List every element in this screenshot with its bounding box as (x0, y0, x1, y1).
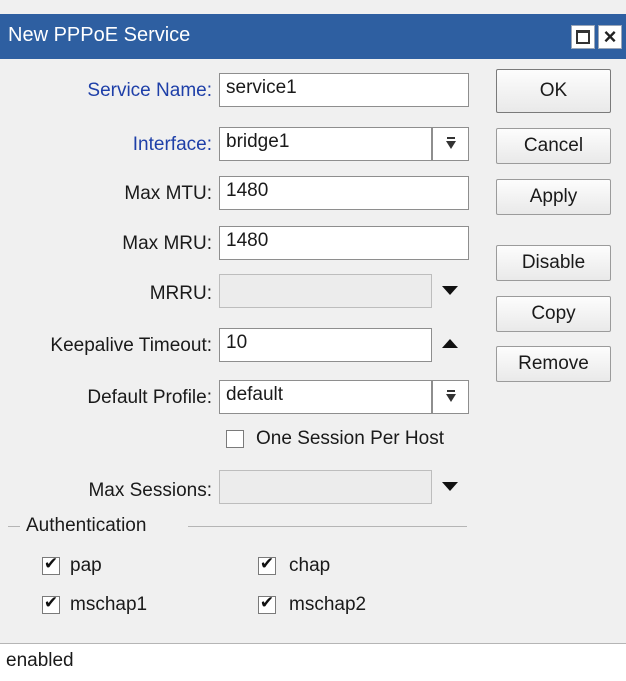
authentication-group-label: Authentication (20, 515, 153, 537)
chevron-down-icon (447, 137, 455, 139)
disable-button[interactable]: Disable (496, 245, 611, 281)
max-mtu-input[interactable]: 1480 (219, 176, 469, 210)
interface-select[interactable]: bridge1 (219, 127, 432, 161)
keepalive-timeout-input[interactable]: 10 (219, 328, 432, 362)
max-mru-input[interactable]: 1480 (219, 226, 469, 260)
service-name-input[interactable]: service1 (219, 73, 469, 107)
one-session-per-host-label: One Session Per Host (256, 428, 444, 449)
interface-dropdown-button[interactable] (432, 127, 469, 161)
status-text: enabled (6, 650, 74, 671)
group-divider-right (188, 526, 467, 527)
mschap2-checkbox[interactable]: ✔ (258, 593, 276, 614)
chevron-down-icon (446, 141, 456, 149)
keepalive-timeout-label: Keepalive Timeout: (50, 335, 212, 356)
one-session-per-host-checkbox[interactable] (226, 430, 244, 448)
mschap2-label: mschap2 (289, 594, 367, 615)
pap-checkbox[interactable]: ✔ (42, 554, 60, 575)
interface-label: Interface: (132, 134, 212, 155)
window-title: New PPPoE Service (8, 24, 191, 46)
mschap1-checkbox[interactable]: ✔ (42, 593, 60, 614)
mrru-input[interactable] (219, 274, 432, 308)
expand-down-icon[interactable] (442, 482, 458, 491)
cancel-button[interactable]: Cancel (496, 128, 611, 164)
title-bar[interactable]: New PPPoE Service × (0, 14, 626, 59)
close-icon: × (603, 24, 617, 49)
chevron-down-icon (447, 390, 455, 392)
check-icon: ✔ (259, 593, 275, 612)
max-sessions-input[interactable] (219, 470, 432, 504)
apply-button[interactable]: Apply (496, 179, 611, 215)
max-mru-label: Max MRU: (122, 233, 212, 254)
check-icon: ✔ (259, 554, 275, 573)
status-bar: enabled (0, 643, 626, 681)
check-icon: ✔ (43, 593, 59, 612)
service-name-label: Service Name: (87, 80, 212, 101)
chap-label: chap (289, 555, 331, 576)
pap-label: pap (70, 555, 102, 576)
close-button[interactable]: × (598, 24, 622, 49)
max-mtu-label: Max MTU: (124, 183, 212, 204)
default-profile-select[interactable]: default (219, 380, 432, 414)
mschap1-label: mschap1 (70, 594, 148, 615)
ok-button[interactable]: OK (496, 69, 611, 113)
mrru-label: MRRU: (149, 283, 212, 304)
default-profile-label: Default Profile: (87, 387, 212, 408)
collapse-up-icon[interactable] (442, 339, 458, 348)
check-icon: ✔ (43, 554, 59, 573)
chap-checkbox[interactable]: ✔ (258, 554, 276, 575)
remove-button[interactable]: Remove (496, 346, 611, 382)
expand-down-icon[interactable] (442, 286, 458, 295)
maximize-button[interactable] (571, 25, 595, 49)
default-profile-dropdown-button[interactable] (432, 380, 469, 414)
max-sessions-label: Max Sessions: (88, 480, 212, 501)
maximize-icon (576, 30, 590, 44)
pppoe-service-window: New PPPoE Service × Service Name: servic… (0, 0, 626, 681)
chevron-down-icon (446, 394, 456, 402)
copy-button[interactable]: Copy (496, 296, 611, 332)
